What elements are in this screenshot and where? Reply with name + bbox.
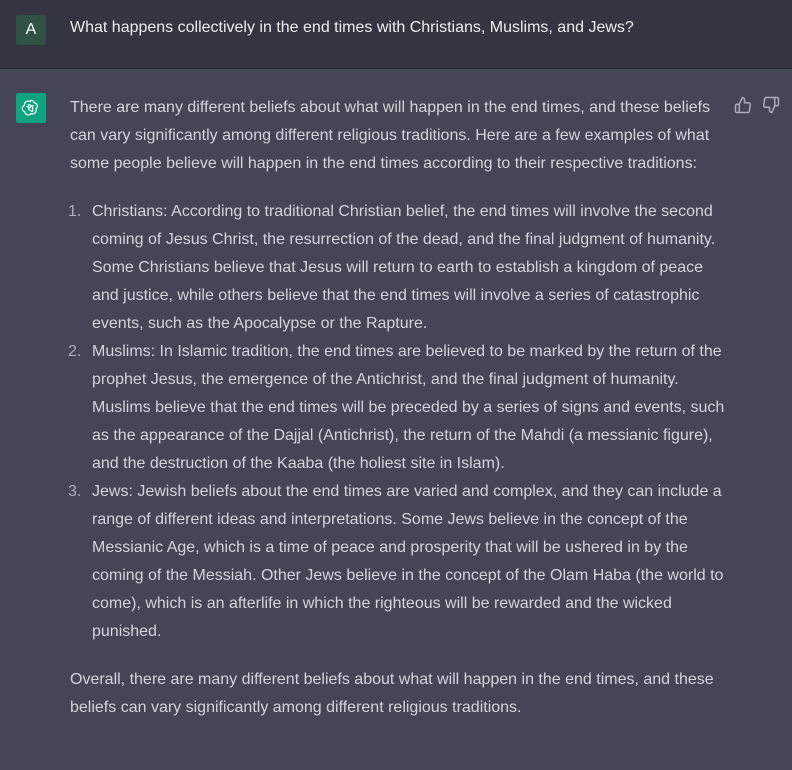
openai-logo-icon xyxy=(16,93,46,123)
list-number: 2. xyxy=(68,343,82,360)
list-item: 1. Christians: According to traditional … xyxy=(68,198,730,338)
list-item-text: Muslims: In Islamic tradition, the end t… xyxy=(92,343,725,472)
belief-list: 1. Christians: According to traditional … xyxy=(68,198,730,646)
user-message-row: A What happens collectively in the end t… xyxy=(0,0,792,69)
list-item-text: Jews: Jewish beliefs about the end times… xyxy=(92,483,724,640)
user-message-text: What happens collectively in the end tim… xyxy=(70,19,634,36)
list-number: 3. xyxy=(68,483,82,500)
assistant-message-content: There are many different beliefs about w… xyxy=(68,94,730,722)
thumbs-down-icon[interactable] xyxy=(762,96,780,114)
intro-paragraph: There are many different beliefs about w… xyxy=(70,99,711,172)
list-item: 3. Jews: Jewish beliefs about the end ti… xyxy=(68,478,730,646)
list-item: 2. Muslims: In Islamic tradition, the en… xyxy=(68,338,730,478)
thumbs-up-icon[interactable] xyxy=(734,96,752,114)
user-avatar: A xyxy=(16,15,46,45)
list-item-text: Christians: According to traditional Chr… xyxy=(92,203,716,332)
list-number: 1. xyxy=(68,203,82,220)
conclusion-paragraph: Overall, there are many different belief… xyxy=(70,671,714,716)
assistant-message-row: There are many different beliefs about w… xyxy=(0,69,792,770)
